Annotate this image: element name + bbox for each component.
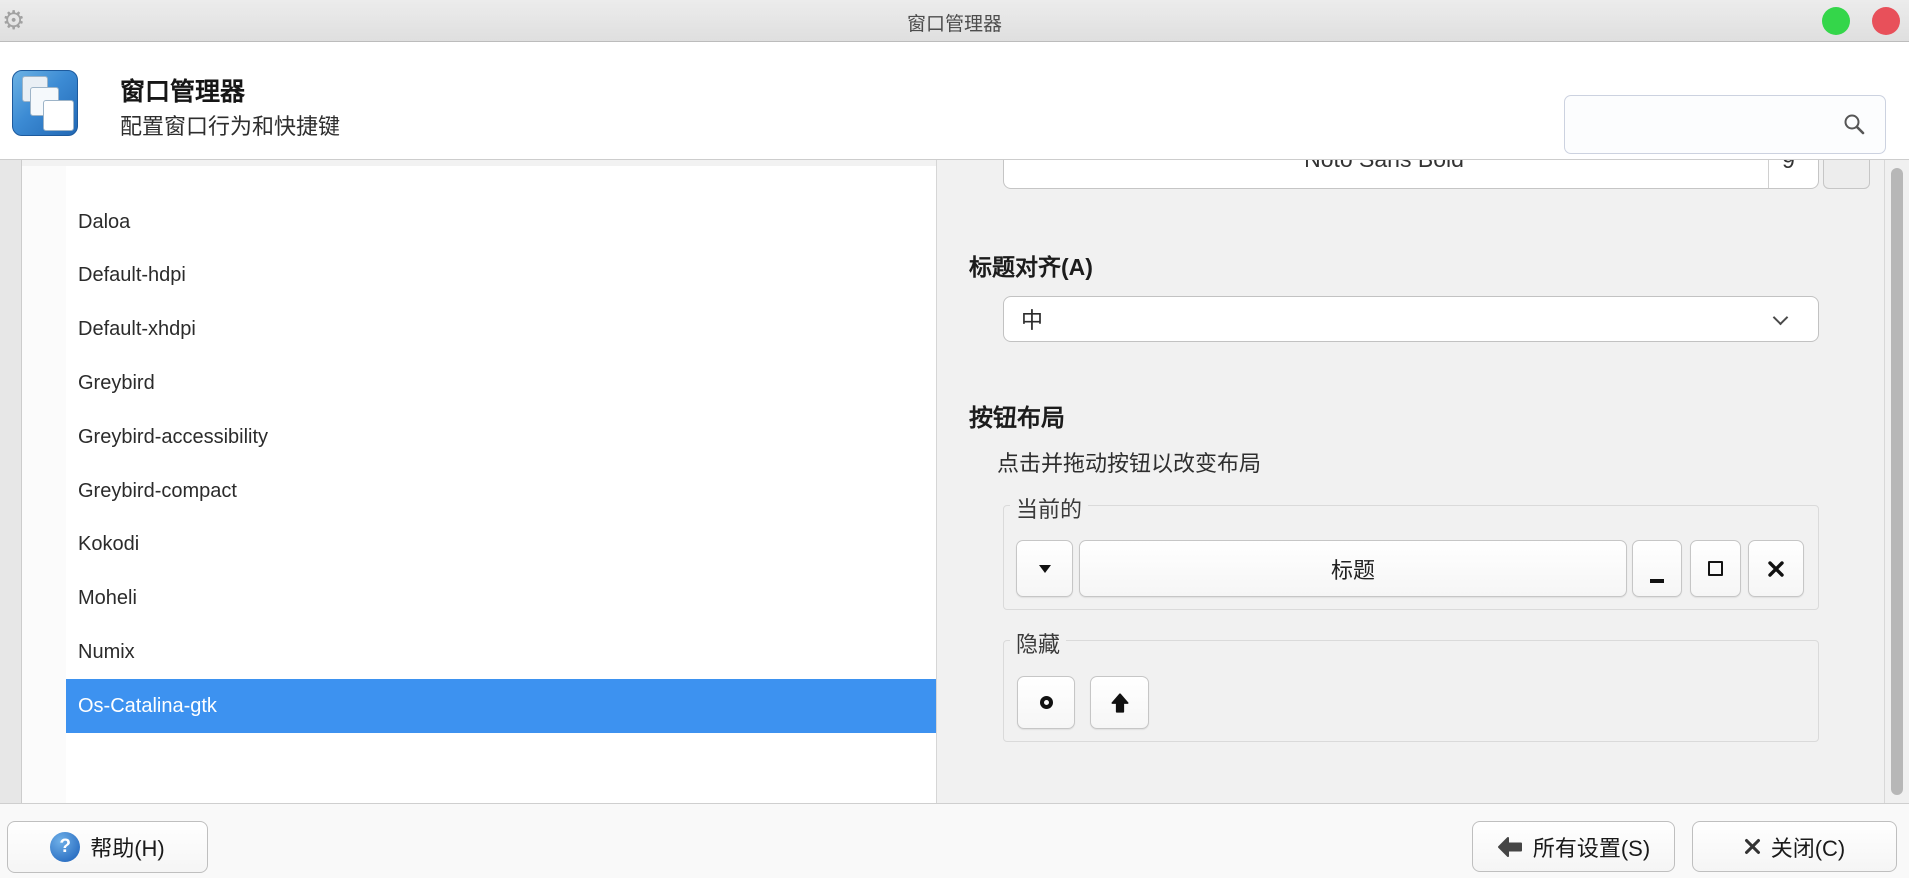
search-input[interactable] — [1564, 95, 1886, 154]
hidden-layout-group: 隐藏 — [1003, 640, 1819, 742]
dialog-header: 窗口管理器 配置窗口行为和快捷键 — [0, 42, 1909, 160]
stick-ring-icon — [1040, 696, 1053, 709]
minimize-icon — [1650, 579, 1664, 583]
close-dialog-button[interactable]: 关闭(C) — [1692, 821, 1897, 872]
close-traffic-light[interactable] — [1872, 7, 1900, 35]
theme-list[interactable]: DefaultDaloaDefault-hdpiDefault-xhdpiGre… — [22, 160, 937, 803]
footer-bar: ? 帮助(H) 所有设置(S) 关闭(C) — [0, 803, 1909, 878]
button-layout-hint: 点击并拖动按钮以改变布局 — [997, 446, 1261, 478]
title-font-size: 9 — [1782, 160, 1795, 174]
window-title: 窗口管理器 — [0, 9, 1909, 36]
window-manager-dialog: ⚙ 窗口管理器 窗口管理器 配置窗口行为和快捷键 DefaultDaloaDef… — [0, 0, 1909, 878]
title-font-name: Noto Sans Bold — [1004, 160, 1764, 173]
title-alignment-value: 中 — [1021, 303, 1043, 335]
content-area: DefaultDaloaDefault-hdpiDefault-xhdpiGre… — [0, 160, 1909, 803]
window-manager-icon — [12, 70, 78, 136]
titlebar[interactable]: ⚙ 窗口管理器 — [0, 0, 1909, 42]
list-item[interactable]: Default-hdpi — [66, 249, 936, 303]
help-button[interactable]: ? 帮助(H) — [7, 821, 208, 873]
stick-button[interactable] — [1017, 676, 1075, 729]
theme-name: Os-Catalina-gtk — [78, 695, 217, 718]
arrow-left-icon — [1497, 836, 1523, 858]
current-layout-group: 当前的 标题 — [1003, 505, 1819, 610]
theme-name: Kokodi — [78, 533, 139, 556]
vertical-scrollbar[interactable] — [1884, 160, 1909, 803]
page-subtitle: 配置窗口行为和快捷键 — [120, 109, 340, 141]
button-layout-heading: 按钮布局 — [969, 398, 1065, 433]
maximize-icon — [1708, 561, 1723, 576]
theme-name: Numix — [78, 641, 135, 664]
theme-name: Greybird — [78, 372, 155, 395]
list-item[interactable]: Kokodi — [66, 518, 936, 572]
help-question-icon: ? — [50, 832, 80, 862]
shade-button[interactable] — [1090, 676, 1149, 729]
list-item[interactable]: Greybird-accessibility — [66, 410, 936, 464]
search-icon — [1842, 112, 1866, 136]
left-rail — [0, 160, 22, 803]
list-item[interactable]: Greybird — [66, 356, 936, 410]
close-x-icon — [1744, 838, 1761, 855]
title-alignment-combobox[interactable]: 中 — [1003, 296, 1819, 342]
theme-name: Daloa — [78, 211, 130, 234]
title-area-button[interactable]: 标题 — [1079, 540, 1627, 597]
hidden-layout-label: 隐藏 — [1010, 627, 1066, 659]
list-item[interactable]: Greybird-compact — [66, 464, 936, 518]
arrow-up-icon — [1109, 692, 1131, 714]
close-x-icon — [1766, 559, 1786, 579]
list-item[interactable]: Moheli — [66, 572, 936, 626]
theme-name: Default-xhdpi — [78, 318, 196, 341]
list-item[interactable]: Numix — [66, 625, 936, 679]
all-settings-button[interactable]: 所有设置(S) — [1472, 821, 1675, 872]
current-layout-label: 当前的 — [1010, 492, 1088, 524]
list-item[interactable]: Default-xhdpi — [66, 303, 936, 357]
theme-name: Greybird-compact — [78, 480, 237, 503]
page-title: 窗口管理器 — [120, 72, 245, 108]
theme-name: Greybird-accessibility — [78, 426, 268, 449]
title-font-stepper[interactable] — [1823, 160, 1870, 189]
style-panel: Noto Sans Bold 9 标题对齐(A) 中 按钮布局 点击并拖动按钮以… — [938, 160, 1884, 803]
list-item[interactable]: Daloa — [66, 195, 936, 249]
menu-button[interactable] — [1016, 540, 1073, 597]
list-top-edge — [22, 160, 936, 166]
title-alignment-label: 标题对齐(A) — [969, 248, 1093, 282]
scrollbar-thumb[interactable] — [1891, 168, 1903, 795]
minimize-traffic-light[interactable] — [1822, 7, 1850, 35]
theme-name: Default-hdpi — [78, 264, 186, 287]
minimize-button[interactable] — [1632, 540, 1682, 597]
list-item[interactable]: Os-Catalina-gtk — [66, 679, 936, 733]
chevron-down-icon — [1773, 310, 1789, 326]
menu-triangle-icon — [1038, 563, 1052, 575]
title-font-button[interactable]: Noto Sans Bold 9 — [1003, 160, 1819, 189]
maximize-button[interactable] — [1690, 540, 1741, 597]
close-button[interactable] — [1748, 540, 1804, 597]
theme-name: Moheli — [78, 587, 137, 610]
